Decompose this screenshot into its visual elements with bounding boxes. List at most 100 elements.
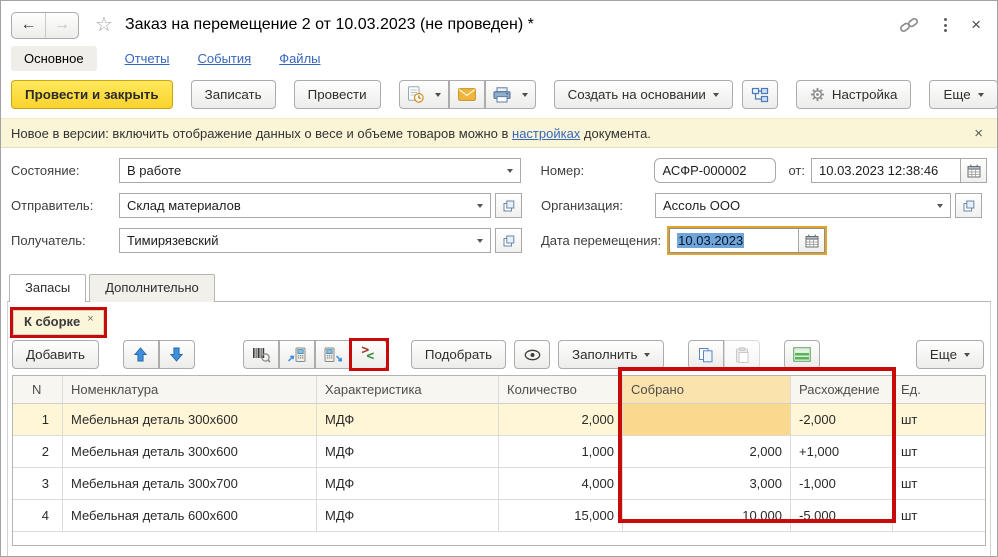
back-button[interactable]: ← — [12, 13, 45, 38]
post-button[interactable]: Провести — [293, 80, 381, 109]
view-button[interactable] — [514, 340, 551, 369]
move-date-field[interactable]: 10.03.2023 — [669, 228, 826, 253]
clipboard-group — [688, 340, 761, 369]
cell-collected[interactable]: 2,000 — [623, 436, 791, 468]
cell-nomenclature[interactable]: Мебельная деталь 300х700 — [63, 468, 317, 500]
related-documents-button[interactable] — [741, 80, 778, 109]
terminal-download-button[interactable] — [314, 340, 351, 369]
forward-button[interactable]: → — [45, 12, 78, 38]
paste-rows-button[interactable] — [724, 340, 761, 369]
calendar-icon — [967, 164, 981, 178]
cell-nomenclature[interactable]: Мебельная деталь 300х600 — [63, 404, 317, 436]
tab-additional[interactable]: Дополнительно — [89, 274, 215, 302]
cell-quantity[interactable]: 1,000 — [499, 436, 623, 468]
header-n[interactable]: N — [13, 376, 63, 404]
cell-quantity[interactable]: 15,000 — [499, 500, 623, 532]
settings-button[interactable]: Настройка — [795, 80, 912, 109]
cell-unit[interactable]: шт — [893, 500, 985, 532]
tab-main[interactable]: Основное — [11, 46, 97, 71]
header-quantity[interactable]: Количество — [499, 376, 623, 404]
pick-items-button[interactable]: Подобрать — [410, 340, 507, 369]
table-more-button[interactable]: Еще — [915, 340, 984, 369]
receiver-open-button[interactable] — [495, 228, 522, 253]
cell-difference[interactable]: -1,000 — [791, 468, 893, 500]
state-dropdown-button[interactable] — [499, 159, 520, 182]
post-document-menu-button[interactable] — [398, 80, 449, 109]
cell-difference[interactable]: -5,000 — [791, 500, 893, 532]
compare-collected-button[interactable]: > < — [348, 338, 389, 371]
more-menu-icon[interactable] — [944, 18, 948, 32]
cell-characteristic[interactable]: МДФ — [317, 404, 499, 436]
document-actions-group — [398, 80, 536, 109]
cell-quantity[interactable]: 4,000 — [499, 468, 623, 500]
organization-open-button[interactable] — [955, 193, 982, 218]
filter-chip-close-icon[interactable]: × — [87, 313, 93, 325]
cell-difference[interactable]: -2,000 — [791, 404, 893, 436]
cell-nomenclature[interactable]: Мебельная деталь 600х600 — [63, 500, 317, 532]
header-nomenclature[interactable]: Номенклатура — [63, 376, 317, 404]
create-based-on-button[interactable]: Создать на основании — [553, 80, 733, 109]
link-icon[interactable] — [899, 17, 920, 33]
cell-difference[interactable]: +1,000 — [791, 436, 893, 468]
cell-quantity[interactable]: 2,000 — [499, 404, 623, 436]
header-difference[interactable]: Расхождение — [791, 376, 893, 404]
add-row-button[interactable]: Добавить — [12, 340, 99, 369]
sender-open-button[interactable] — [495, 193, 522, 218]
cell-characteristic[interactable]: МДФ — [317, 436, 499, 468]
cell-n[interactable]: 4 — [13, 500, 63, 532]
cell-n[interactable]: 2 — [13, 436, 63, 468]
cell-collected[interactable]: 3,000 — [623, 468, 791, 500]
filter-chip-assembly[interactable]: К сборке × — [13, 310, 104, 335]
move-row-up-button[interactable] — [122, 340, 159, 369]
fill-button[interactable]: Заполнить — [558, 340, 665, 369]
number-label: Номер: — [540, 163, 585, 178]
structure-icon — [751, 87, 769, 103]
cell-collected[interactable]: 10,000 — [623, 500, 791, 532]
banner-settings-link[interactable]: настройках — [512, 126, 580, 141]
move-row-group — [122, 340, 195, 369]
more-button[interactable]: Еще — [929, 80, 997, 109]
move-row-down-button[interactable] — [158, 340, 195, 369]
move-date-calendar-button[interactable] — [798, 229, 825, 252]
table-format-button[interactable] — [784, 340, 821, 369]
save-button[interactable]: Записать — [190, 80, 276, 109]
post-and-close-button[interactable]: Провести и закрыть — [11, 80, 173, 109]
receiver-dropdown-button[interactable] — [469, 229, 490, 252]
cell-characteristic[interactable]: МДФ — [317, 500, 499, 532]
banner-close-icon[interactable]: × — [974, 125, 983, 142]
print-menu-button[interactable] — [484, 80, 536, 109]
calendar-button[interactable] — [960, 159, 986, 182]
send-email-button[interactable] — [448, 80, 485, 109]
header-collected[interactable]: Собрано — [623, 376, 791, 404]
organization-dropdown-button[interactable] — [929, 194, 950, 217]
cell-characteristic[interactable]: МДФ — [317, 468, 499, 500]
receiver-field[interactable]: Тимирязевский — [119, 228, 491, 253]
header-characteristic[interactable]: Характеристика — [317, 376, 499, 404]
tab-files[interactable]: Файлы — [279, 51, 320, 66]
tab-inventory[interactable]: Запасы — [9, 274, 87, 302]
favorite-star-icon[interactable]: ☆ — [95, 15, 113, 35]
inventory-tab-panel: К сборке × Добавить > < Подобрать Заполн… — [7, 301, 991, 556]
cell-unit[interactable]: шт — [893, 404, 985, 436]
cell-n[interactable]: 3 — [13, 468, 63, 500]
cell-unit[interactable]: шт — [893, 468, 985, 500]
info-banner: Новое в версии: включить отображение дан… — [1, 118, 997, 148]
tab-events[interactable]: События — [198, 51, 252, 66]
header-unit[interactable]: Ед. — [893, 376, 985, 404]
close-window-icon[interactable]: × — [971, 15, 981, 35]
cell-n[interactable]: 1 — [13, 404, 63, 436]
tab-reports[interactable]: Отчеты — [125, 51, 170, 66]
organization-label: Организация: — [541, 198, 624, 213]
state-field[interactable]: В работе — [119, 158, 521, 183]
copy-rows-button[interactable] — [688, 340, 725, 369]
cell-collected[interactable] — [623, 404, 791, 436]
cell-nomenclature[interactable]: Мебельная деталь 300х600 — [63, 436, 317, 468]
cell-unit[interactable]: шт — [893, 436, 985, 468]
sender-dropdown-button[interactable] — [469, 194, 490, 217]
organization-field[interactable]: Ассоль ООО — [655, 193, 951, 218]
document-date-field[interactable]: 10.03.2023 12:38:46 — [811, 158, 987, 183]
sender-field[interactable]: Склад материалов — [119, 193, 491, 218]
number-field[interactable]: АСФР-000002 — [654, 158, 777, 183]
terminal-upload-button[interactable] — [278, 340, 315, 369]
barcode-search-button[interactable] — [242, 340, 279, 369]
